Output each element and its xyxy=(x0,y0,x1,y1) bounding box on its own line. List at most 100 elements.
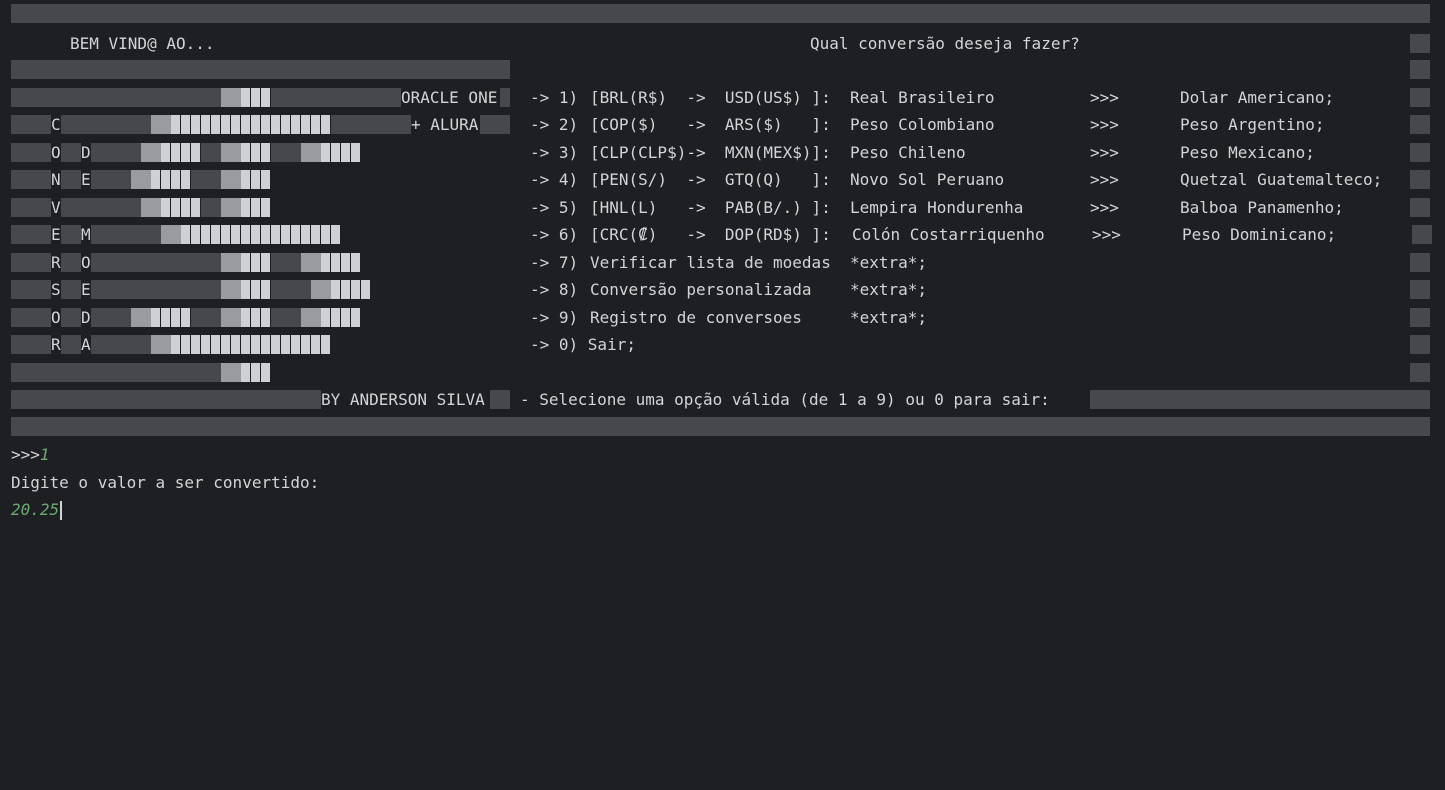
option-num: -> 9) xyxy=(530,308,579,327)
logo-shade xyxy=(91,308,131,327)
logo-block xyxy=(161,198,201,217)
logo-shade xyxy=(11,170,51,189)
logo-letter: E xyxy=(81,170,91,189)
option-num: -> 5) xyxy=(530,198,579,217)
logo-shade xyxy=(61,198,141,217)
option-codes: [HNL(L) -> PAB(B/.) ]: xyxy=(590,198,831,217)
exit-option: -> 0) Sair; xyxy=(530,335,636,354)
logo-shade xyxy=(11,335,51,354)
logo-letter: R xyxy=(51,335,61,354)
logo-shade xyxy=(221,253,241,272)
right-border-shade xyxy=(1410,198,1430,217)
logo-shade xyxy=(11,225,51,244)
logo-shade xyxy=(11,115,51,134)
logo-shade xyxy=(141,198,161,217)
logo-shade xyxy=(11,143,51,162)
logo-shade xyxy=(91,170,131,189)
logo-shade xyxy=(11,390,321,409)
question-text: Qual conversão deseja fazer? xyxy=(810,34,1080,53)
option-label: Verificar lista de moedas xyxy=(590,253,831,272)
text-caret xyxy=(60,501,63,520)
logo-shade xyxy=(271,143,301,162)
logo-shade xyxy=(61,253,81,272)
option-num: -> 8) xyxy=(530,280,579,299)
logo-letter: O xyxy=(51,143,61,162)
logo-letter: A xyxy=(81,335,91,354)
option-from: Peso Colombiano xyxy=(850,115,995,134)
logo-shade xyxy=(490,390,510,409)
logo-block xyxy=(321,308,361,327)
logo-shade xyxy=(11,280,51,299)
welcome-text: BEM VIND@ AO... xyxy=(70,34,215,53)
right-border-shade xyxy=(1410,143,1430,162)
option-sep: >>> xyxy=(1092,225,1121,244)
right-border-shade xyxy=(1410,115,1430,134)
logo-block xyxy=(241,363,271,382)
logo-shade xyxy=(480,115,510,134)
logo-shade xyxy=(61,115,151,134)
choice-line: >>>1 xyxy=(11,441,50,468)
logo-block xyxy=(241,170,271,189)
logo-shade xyxy=(271,280,311,299)
value-input-line[interactable]: 20.25 xyxy=(11,496,63,523)
logo-shade xyxy=(201,143,221,162)
right-border-shade xyxy=(1410,170,1430,189)
logo-bottom-row xyxy=(0,359,1445,386)
logo-block xyxy=(241,88,271,107)
option-from: Real Brasileiro xyxy=(850,88,995,107)
option-label: Registro de conversoes xyxy=(590,308,802,327)
logo-shade xyxy=(221,198,241,217)
option-num: -> 1) xyxy=(530,88,579,107)
logo-letter: N xyxy=(51,170,61,189)
logo-top-shade xyxy=(11,60,510,79)
right-border-shade xyxy=(1410,280,1430,299)
logo-shade xyxy=(91,143,141,162)
option-from: Lempira Hondurenha xyxy=(850,198,1024,217)
logo-shade xyxy=(500,88,510,107)
option-to: Dolar Americano; xyxy=(1180,88,1335,107)
logo-shade xyxy=(221,88,241,107)
option-codes: [BRL(R$) -> USD(US$) ]: xyxy=(590,88,831,107)
option-to: Peso Argentino; xyxy=(1180,115,1325,134)
logo-shade xyxy=(11,253,51,272)
option-codes: [CRC(₡) -> DOP(RD$) ]: xyxy=(590,225,831,244)
logo-shade xyxy=(221,170,241,189)
option-sep: >>> xyxy=(1090,198,1119,217)
logo-block xyxy=(151,308,191,327)
logo-shade xyxy=(61,170,81,189)
logo-letter: O xyxy=(51,308,61,327)
logo-block xyxy=(331,280,371,299)
ask-value-line: Digite o valor a ser convertido: xyxy=(11,473,320,492)
logo-shade xyxy=(11,88,221,107)
logo-shade xyxy=(91,280,221,299)
option-from: Novo Sol Peruano xyxy=(850,170,1005,189)
option-row-2: C + ALURA -> 2) [COP($) -> ARS($) ]: Pes… xyxy=(0,111,1445,138)
logo-shade xyxy=(271,308,301,327)
author-row: BY ANDERSON SILVA - Selecione uma opção … xyxy=(0,386,1445,413)
logo-shade xyxy=(131,308,151,327)
logo-shade xyxy=(311,280,331,299)
logo-block xyxy=(241,198,271,217)
logo-block xyxy=(321,253,361,272)
logo-shade xyxy=(61,225,81,244)
choice-input[interactable]: 1 xyxy=(40,445,50,464)
logo-letter: C xyxy=(51,115,61,134)
plus-alura-label: + ALURA xyxy=(411,115,479,134)
logo-letter: D xyxy=(81,308,91,327)
logo-shade xyxy=(91,335,151,354)
option-to: Quetzal Guatemalteco; xyxy=(1180,170,1383,189)
logo-block xyxy=(241,308,271,327)
option-codes: [CLP(CLP$)-> MXN(MEX$)]: xyxy=(590,143,831,162)
right-border-shade xyxy=(1410,253,1430,272)
top-border-shade xyxy=(11,4,1430,23)
logo-block xyxy=(151,170,191,189)
option-row-0: R A -> 0) Sair; xyxy=(0,331,1445,358)
value-input[interactable]: 20.25 xyxy=(11,500,59,519)
top-border-row xyxy=(0,0,1445,27)
logo-shade xyxy=(11,308,51,327)
option-num: -> 7) xyxy=(530,253,579,272)
logo-shade xyxy=(61,335,81,354)
option-row-6: E M -> 6) [CRC(₡) -> DOP(RD$) ]: Colón C… xyxy=(0,221,1445,248)
option-tag: *extra*; xyxy=(850,280,928,299)
logo-block xyxy=(171,335,331,354)
